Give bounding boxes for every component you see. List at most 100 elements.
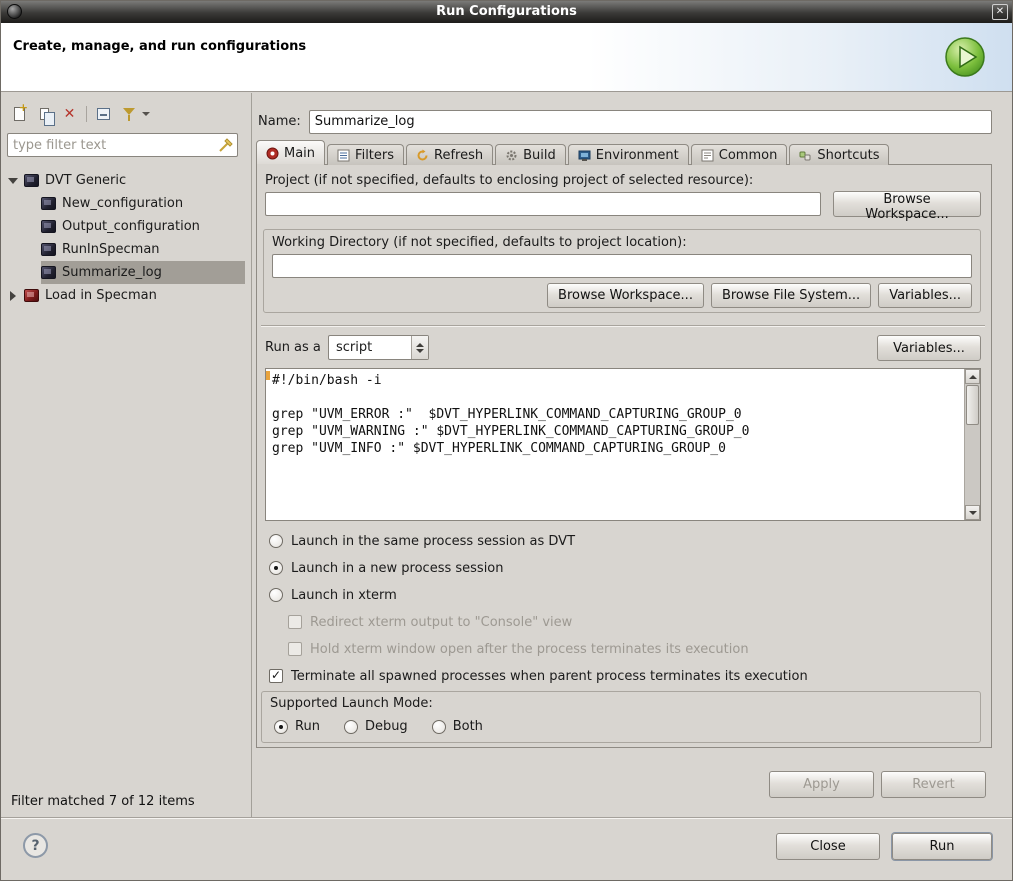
spin-up-icon xyxy=(416,343,424,347)
launch-in-xterm-option[interactable]: Launch in xterm xyxy=(269,585,397,605)
working-directory-buttons: Browse Workspace... Browse File System..… xyxy=(547,283,972,308)
script-content[interactable]: #!/bin/bash -i grep "UVM_ERROR :" $DVT_H… xyxy=(272,372,958,517)
radio-icon[interactable] xyxy=(274,720,288,734)
name-row: Name: xyxy=(258,109,992,134)
collapse-all-icon xyxy=(97,108,110,120)
scroll-down-button[interactable] xyxy=(965,505,980,520)
delete-configuration-button[interactable]: ✕ xyxy=(61,106,78,123)
run-as-row: Run as a script Variables... xyxy=(265,335,981,361)
tree-item-new-configuration[interactable]: New_configuration xyxy=(41,192,245,215)
launch-mode-options: Run Debug Both xyxy=(274,719,483,734)
working-directory-group: Working Directory (if not specified, def… xyxy=(263,229,981,313)
project-browse-workspace-button[interactable]: Browse Workspace... xyxy=(833,191,981,217)
common-tab-icon xyxy=(701,149,714,162)
section-separator xyxy=(261,325,985,327)
tree-item-label: Output_configuration xyxy=(62,219,200,234)
combo-spinner[interactable] xyxy=(411,336,428,359)
launch-new-session-option[interactable]: Launch in a new process session xyxy=(269,558,504,578)
tree-item-runinspecman[interactable]: RunInSpecman xyxy=(41,238,245,261)
radio-icon[interactable] xyxy=(269,561,283,575)
tree-item-output-configuration[interactable]: Output_configuration xyxy=(41,215,245,238)
collapse-all-button[interactable] xyxy=(95,106,112,123)
script-editor[interactable]: #!/bin/bash -i grep "UVM_ERROR :" $DVT_H… xyxy=(265,368,981,521)
configuration-form: Name: Main Filters Refresh xyxy=(256,101,1004,817)
script-variables-button[interactable]: Variables... xyxy=(877,335,981,361)
terminate-spawned-processes-option[interactable]: ✓ Terminate all spawned processes when p… xyxy=(269,666,808,686)
launch-mode-both-option[interactable]: Both xyxy=(432,719,483,734)
tab-build[interactable]: Build xyxy=(495,144,566,165)
configurations-sidebar: ✕ DVT Generic New_configuration xyxy=(1,93,252,817)
help-button[interactable]: ? xyxy=(23,833,48,858)
working-directory-label: Working Directory (if not specified, def… xyxy=(272,235,687,250)
tree-item-label: Summarize_log xyxy=(62,265,162,280)
load-in-specman-icon xyxy=(24,289,39,302)
tab-filters[interactable]: Filters xyxy=(327,144,404,165)
tab-common[interactable]: Common xyxy=(691,144,788,165)
new-configuration-icon xyxy=(14,107,25,121)
launch-mode-run-option[interactable]: Run xyxy=(274,719,320,734)
supported-launch-mode-group: Supported Launch Mode: Run Debug Both xyxy=(261,691,981,743)
option-label: Run xyxy=(295,719,320,734)
new-configuration-button[interactable] xyxy=(11,106,28,123)
scroll-up-button[interactable] xyxy=(965,369,980,384)
revert-button: Revert xyxy=(881,771,986,798)
radio-icon[interactable] xyxy=(432,720,446,734)
shortcuts-tab-icon xyxy=(799,149,812,162)
radio-icon[interactable] xyxy=(269,588,283,602)
run-configuration-icon xyxy=(944,36,986,78)
hold-xterm-open-option: Hold xterm window open after the process… xyxy=(288,639,749,659)
run-as-combo[interactable]: script xyxy=(328,335,429,360)
tab-shortcuts[interactable]: Shortcuts xyxy=(789,144,889,165)
expander-icon[interactable] xyxy=(7,291,18,301)
build-tab-icon xyxy=(505,149,518,162)
working-directory-input[interactable] xyxy=(272,254,972,278)
tab-label: Shortcuts xyxy=(817,148,879,163)
option-label: Launch in xterm xyxy=(291,588,397,603)
wd-browse-file-system-button[interactable]: Browse File System... xyxy=(711,283,871,308)
scrollbar-thumb[interactable] xyxy=(966,385,979,425)
script-scrollbar[interactable] xyxy=(964,369,980,520)
configuration-icon xyxy=(41,197,56,210)
main-tab-icon xyxy=(266,147,279,160)
radio-icon[interactable] xyxy=(344,720,358,734)
filter-input[interactable] xyxy=(8,138,217,153)
filter-menu-chevron-icon[interactable] xyxy=(142,112,150,116)
project-input[interactable] xyxy=(265,192,821,216)
tab-label: Build xyxy=(523,148,556,163)
filter-funnel-icon xyxy=(123,108,135,121)
checkbox-icon xyxy=(288,615,302,629)
run-button[interactable]: Run xyxy=(892,833,992,860)
main-tab-panel: Project (if not specified, defaults to e… xyxy=(256,164,992,748)
close-window-button[interactable]: ✕ xyxy=(992,4,1008,20)
tree-item-dvt-generic[interactable]: DVT Generic xyxy=(7,169,245,192)
clear-filter-broom-icon[interactable] xyxy=(217,136,235,154)
header-banner: Create, manage, and run configurations xyxy=(1,23,1012,92)
tree-item-summarize-log[interactable]: Summarize_log xyxy=(41,261,245,284)
tree-item-load-in-specman[interactable]: Load in Specman xyxy=(7,284,245,307)
page-title: Create, manage, and run configurations xyxy=(13,39,306,54)
filter-configurations-button[interactable] xyxy=(120,106,137,123)
tree-item-label: Load in Specman xyxy=(45,288,157,303)
spin-down-icon xyxy=(416,349,424,353)
checkbox-icon xyxy=(288,642,302,656)
duplicate-configuration-button[interactable] xyxy=(36,106,53,123)
tab-environment[interactable]: Environment xyxy=(568,144,689,165)
launch-mode-debug-option[interactable]: Debug xyxy=(344,719,408,734)
sidebar-toolbar: ✕ xyxy=(11,103,245,125)
close-button[interactable]: Close xyxy=(776,833,880,860)
expander-icon[interactable] xyxy=(7,178,18,184)
checkbox-checked-icon[interactable]: ✓ xyxy=(269,669,283,683)
duplicate-icon xyxy=(40,108,49,120)
wd-browse-workspace-button[interactable]: Browse Workspace... xyxy=(547,283,704,308)
wd-variables-button[interactable]: Variables... xyxy=(878,283,972,308)
scroll-up-icon xyxy=(969,375,977,379)
tab-main[interactable]: Main xyxy=(256,140,325,165)
name-input[interactable] xyxy=(309,110,992,134)
radio-icon[interactable] xyxy=(269,534,283,548)
configurations-tree: DVT Generic New_configuration Output_con… xyxy=(7,169,245,307)
tab-refresh[interactable]: Refresh xyxy=(406,144,493,165)
launch-same-session-option[interactable]: Launch in the same process session as DV… xyxy=(269,531,575,551)
tab-label: Main xyxy=(284,146,315,161)
help-icon: ? xyxy=(31,838,39,854)
tab-label: Common xyxy=(719,148,778,163)
